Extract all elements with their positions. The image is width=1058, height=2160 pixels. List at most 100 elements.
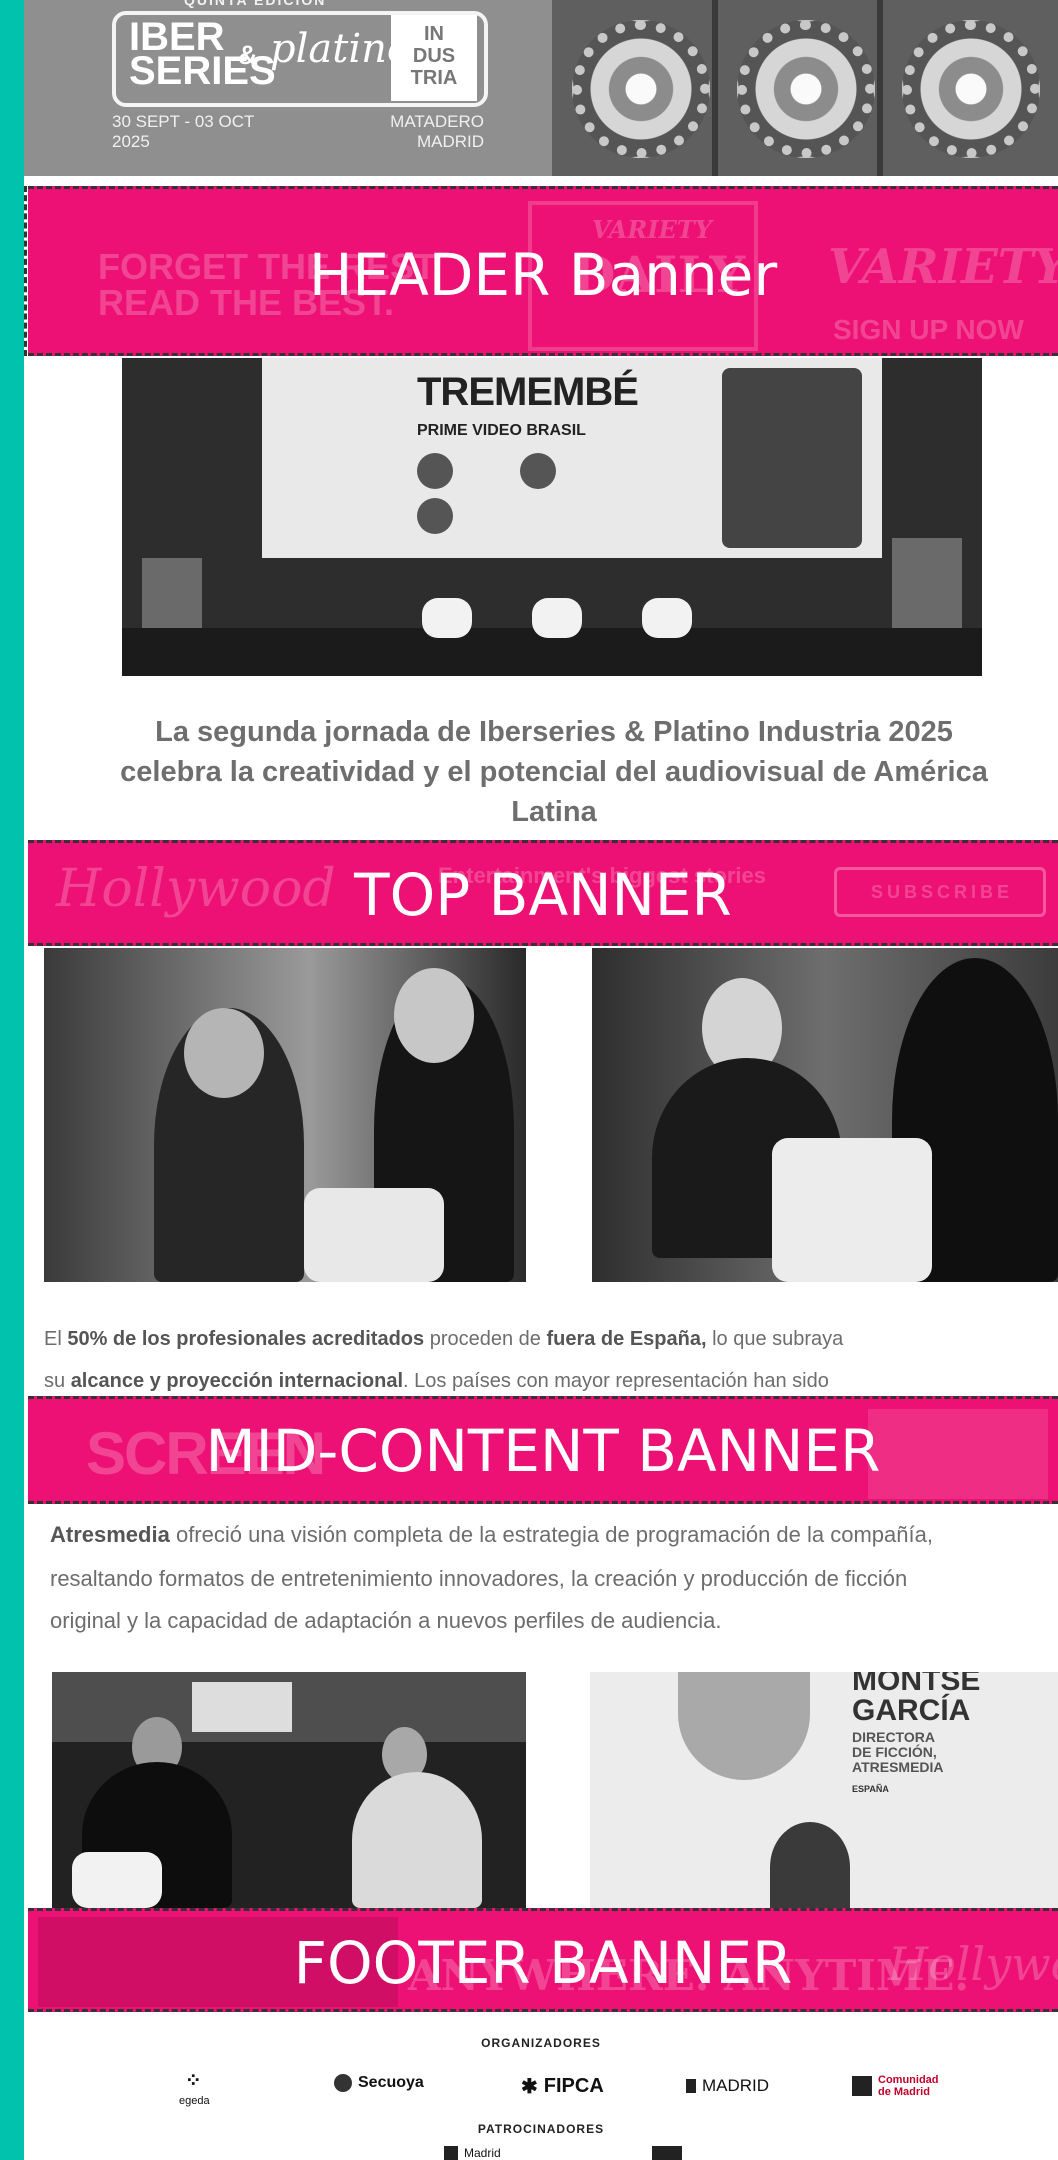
logo-text: Secuoya [358,2074,424,2091]
flower-decoration [572,20,710,158]
speaker-country: ESPAÑA [852,1784,889,1794]
sponsors-label: PATROCINADORES [477,2122,605,2136]
person-silhouette [770,1822,850,1908]
person-silhouette [352,1772,482,1908]
logo-industria-line: TRIA [410,67,458,89]
banner-edge-marker [24,186,30,356]
banner-label: FOOTER BANNER [293,1929,793,1997]
text-run: ofreció una visión completa de la estrat… [169,1522,933,1547]
banner-label: HEADER Banner [308,241,778,309]
speaker-card: MONTSE GARCÍA DIRECTORA DE FICCIÓN, ATRE… [590,1672,1058,1908]
event-dates: 30 SEPT - 03 OCT 2025 [112,112,254,152]
logo-ampersand: & [238,40,258,70]
egeda-dots-icon: ⁘ [184,2070,204,2092]
fipca-icon: ✱ [521,2076,538,2098]
text-run: proceden de [424,1328,547,1350]
logo-madrid[interactable]: MADRID [686,2076,769,2096]
stage-photo: TREMEMBÉ PRIME VIDEO BRASIL [122,358,982,676]
stage-chair [304,1188,444,1282]
text-run: . Los países con mayor representación ha… [403,1370,829,1392]
sponsor-icon [652,2146,682,2160]
stage-chair [532,598,582,638]
footer-banner[interactable]: ANYWHERE. ANYTIME. Hollywood FOOTER BANN… [28,1908,1058,2012]
text-run: su [44,1370,71,1392]
logo-comunidad-madrid[interactable]: Comunidad de Madrid [852,2074,948,2098]
speaker-role: DIRECTORA DE FICCIÓN, ATRESMEDIA [852,1730,944,1775]
person-face [394,968,474,1063]
flower-decoration [737,20,875,158]
backdrop-logo [192,1682,292,1732]
event-venue-line: MATADERO [390,112,484,131]
logo-fipca[interactable]: ✱ FIPCA [521,2074,604,2099]
banner-ghost-text: VARIETY [592,215,712,244]
text-run: lo que subraya [706,1328,844,1350]
panel-photo-left [44,948,526,1282]
speaker-name: MONTSE GARCÍA [852,1672,980,1726]
speaker-portrait [678,1672,810,1780]
stage-chair [642,598,692,638]
header-banner[interactable]: FORGET THE REST. READ THE BEST. VARIETY … [28,186,1058,356]
edition-label: QUINTA EDICIÓN [184,0,327,8]
text-run-bold: alcance y proyección internacional [70,1370,404,1392]
floral-pattern-image [552,0,1058,176]
banner-ghost-text: SIGN UP NOW [833,314,1024,345]
email-page: QUINTA EDICIÓN IBER SERIES & platino IN … [24,0,1058,2160]
logo-industria-line: DUS [412,45,456,67]
logo-text: FIPCA [543,2075,604,2097]
speaker-name-line: GARCÍA [852,1694,971,1727]
speaker-name-line: MONTSE [852,1672,981,1697]
logo-industria-line: IN [424,23,444,45]
speaker-avatar [417,498,453,534]
text-run-bold: 50% de los profesionales acreditados [67,1328,425,1350]
person-face [184,1008,264,1098]
event-dates-line: 30 SEPT - 03 OCT [112,112,255,131]
logo-text: Comunidad de Madrid [878,2074,939,2098]
speaker-avatar [417,453,453,489]
stage-chair [422,598,472,638]
logo-egeda[interactable]: ⁘ egeda [179,2068,210,2107]
top-banner[interactable]: Hollywood Entertainment's biggest storie… [28,840,1058,946]
event-venue-line: MADRID [416,132,484,151]
screen-title: TREMEMBÉ [417,370,639,414]
panel-photo-bottom-left [52,1672,526,1908]
stage-screen: TREMEMBÉ PRIME VIDEO BRASIL [262,358,882,558]
secuoya-icon [334,2074,352,2092]
speaker-role-line: DIRECTORA [852,1729,935,1745]
screen-subtitle: PRIME VIDEO BRASIL [417,422,586,439]
madrid-crest-icon [686,2079,696,2093]
speaker-role-line: DE FICCIÓN, [852,1744,937,1760]
organizers-label: ORGANIZADORES [481,2036,601,2050]
paragraph-line: original y la capacidad de adaptación a … [50,1608,722,1633]
text-run: El [44,1328,68,1350]
stage-chair [72,1852,162,1908]
event-dates-line: 2025 [112,132,150,151]
article-heading: La segunda jornada de Iberseries & Plati… [120,716,988,828]
banner-label: MID-CONTENT BANNER [205,1417,881,1485]
paragraph-line: El 50% de los profesionales acreditados … [44,1318,1058,1360]
paragraph-line: Atresmedia ofreció una visión completa d… [50,1514,1058,1556]
event-venue: MATADERO MADRID [354,112,484,152]
logo-text: Madrid [464,2146,501,2160]
stage-chair [772,1138,932,1282]
text-run-bold: Atresmedia [50,1522,170,1547]
panel-photo-right [592,948,1058,1282]
comunidad-flag-icon [852,2076,872,2096]
logo-text: MADRID [702,2076,770,2095]
logo-sponsor-madrid[interactable]: Madrid [444,2146,501,2160]
paragraph-line: resaltando formatos de entretenimiento i… [50,1566,908,1591]
logo-platino: platino [270,26,411,72]
poster-panel [722,368,862,548]
mid-content-banner[interactable]: SCREEN MID-CONTENT BANNER [28,1396,1058,1504]
text-run-bold: fuera de España, [546,1328,707,1350]
paragraph-line: su alcance y proyección internacional. L… [44,1360,1058,1394]
banner-label: TOP BANNER [354,861,732,929]
speaker-role-line: ATRESMEDIA [852,1759,944,1775]
event-header: QUINTA EDICIÓN IBER SERIES & platino IN … [24,0,1058,176]
logo-secuoya[interactable]: Secuoya [334,2074,424,2092]
speaker-avatar [520,453,556,489]
logo-text: egeda [179,2095,210,2107]
pattern-divider [877,0,883,176]
logo-sponsor-2[interactable] [652,2146,682,2160]
flower-decoration [902,20,1040,158]
sponsor-icon [444,2146,458,2160]
